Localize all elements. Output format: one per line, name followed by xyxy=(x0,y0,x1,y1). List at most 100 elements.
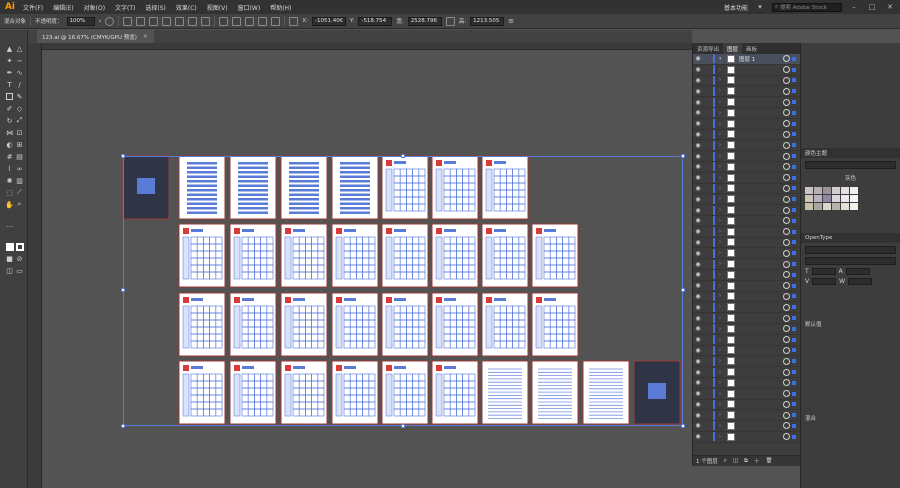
target-circle-icon[interactable] xyxy=(783,152,790,160)
target-circle-icon[interactable] xyxy=(783,217,790,225)
selection-indicator[interactable] xyxy=(792,337,796,342)
expand-arrow-icon[interactable]: › xyxy=(719,99,727,105)
close-window-icon[interactable]: ✕ xyxy=(884,2,896,12)
visibility-eye-icon[interactable]: ◉ xyxy=(693,185,703,192)
selection-indicator[interactable] xyxy=(792,208,796,213)
selection-indicator[interactable] xyxy=(792,305,796,310)
swatch[interactable] xyxy=(832,203,840,210)
close-tab-icon[interactable]: × xyxy=(143,33,148,40)
expand-arrow-icon[interactable]: ▾ xyxy=(719,56,727,62)
x-field[interactable]: -1051.40€ xyxy=(311,16,346,26)
target-circle-icon[interactable] xyxy=(783,109,790,117)
expand-arrow-icon[interactable]: › xyxy=(719,175,727,181)
shaper-tool-icon[interactable]: ✐ xyxy=(5,104,14,113)
target-circle-icon[interactable] xyxy=(783,400,790,408)
selection-bounding-box[interactable] xyxy=(123,156,683,426)
expand-arrow-icon[interactable]: › xyxy=(719,250,727,256)
expand-arrow-icon[interactable]: › xyxy=(719,153,727,159)
selection-indicator[interactable] xyxy=(792,251,796,256)
free-transform-tool-icon[interactable]: ⊡ xyxy=(15,128,24,137)
visibility-eye-icon[interactable]: ◉ xyxy=(693,55,703,62)
sublayer-row[interactable]: ◉ › xyxy=(693,270,800,281)
direct-selection-tool-icon[interactable]: △ xyxy=(15,44,24,53)
swatch[interactable] xyxy=(832,187,840,194)
rotate-tool-icon[interactable]: ↻ xyxy=(5,116,14,125)
target-circle-icon[interactable] xyxy=(783,292,790,300)
make-clipping-mask-icon[interactable]: ◫ xyxy=(733,458,738,464)
more-options-icon[interactable]: ≡ xyxy=(508,17,514,25)
swatch[interactable] xyxy=(805,187,813,194)
target-circle-icon[interactable] xyxy=(783,163,790,171)
font-family-dropdown[interactable] xyxy=(805,246,896,254)
sublayer-row[interactable]: ◉ › xyxy=(693,162,800,173)
color-mode-icon[interactable]: ■ xyxy=(5,254,14,263)
selection-indicator[interactable] xyxy=(792,100,796,105)
selection-tool-icon[interactable]: ▲ xyxy=(5,44,14,53)
opacity-field[interactable]: 100% xyxy=(66,16,95,26)
expand-arrow-icon[interactable]: › xyxy=(719,315,727,321)
fill-color-icon[interactable] xyxy=(5,242,14,251)
target-circle-icon[interactable] xyxy=(783,379,790,387)
puppet-warp-icon[interactable] xyxy=(271,16,281,26)
menu-effect[interactable]: 效果(C) xyxy=(171,3,202,12)
transform-icon[interactable] xyxy=(232,16,242,26)
swatch[interactable] xyxy=(841,187,849,194)
target-circle-icon[interactable] xyxy=(783,314,790,322)
font-size-field[interactable] xyxy=(811,268,836,275)
sublayer-row[interactable]: ◉ › xyxy=(693,108,800,119)
visibility-eye-icon[interactable]: ◉ xyxy=(693,271,703,278)
stroke-color-icon[interactable] xyxy=(15,242,24,251)
expand-arrow-icon[interactable]: › xyxy=(719,239,727,245)
theme-dropdown[interactable] xyxy=(805,161,896,169)
selection-indicator[interactable] xyxy=(792,121,796,126)
paintbrush-tool-icon[interactable]: ✎ xyxy=(15,92,24,101)
artboard-tool-icon[interactable]: ⬚ xyxy=(5,188,14,197)
sublayer-row[interactable]: ◉ › xyxy=(693,151,800,162)
target-circle-icon[interactable] xyxy=(783,336,790,344)
line-tool-icon[interactable]: / xyxy=(15,80,24,89)
sublayer-row[interactable]: ◉ › xyxy=(693,378,800,389)
selection-indicator[interactable] xyxy=(792,348,796,353)
expand-arrow-icon[interactable]: › xyxy=(719,185,727,191)
sublayer-row[interactable]: ◉ › xyxy=(693,86,800,98)
target-circle-icon[interactable] xyxy=(783,260,790,268)
target-circle-icon[interactable] xyxy=(783,422,790,430)
sublayer-row[interactable]: ◉ › xyxy=(693,227,800,238)
gradient-tool-icon[interactable]: ▤ xyxy=(15,152,24,161)
target-circle-icon[interactable] xyxy=(783,390,790,398)
visibility-eye-icon[interactable]: ◉ xyxy=(693,347,703,354)
target-circle-icon[interactable] xyxy=(783,174,790,182)
menu-select[interactable]: 选择(S) xyxy=(140,3,171,12)
sublayer-row[interactable]: ◉ › xyxy=(693,313,800,324)
sublayer-row[interactable]: ◉ › xyxy=(693,367,800,378)
selection-indicator[interactable] xyxy=(792,380,796,385)
target-circle-icon[interactable] xyxy=(783,55,790,63)
selection-indicator[interactable] xyxy=(792,434,796,439)
isolate-icon[interactable] xyxy=(245,16,255,26)
selection-indicator[interactable] xyxy=(792,413,796,418)
align-right-icon[interactable] xyxy=(162,16,172,26)
swatch[interactable] xyxy=(814,195,822,202)
expand-arrow-icon[interactable]: › xyxy=(719,326,727,332)
expand-arrow-icon[interactable]: › xyxy=(719,412,727,418)
new-sublayer-icon[interactable]: ⧉ xyxy=(744,458,748,465)
visibility-eye-icon[interactable]: ◉ xyxy=(693,228,703,235)
visibility-eye-icon[interactable]: ◉ xyxy=(693,153,703,160)
chevron-down-icon[interactable]: ▾ xyxy=(754,2,766,12)
eraser-tool-icon[interactable]: ◇ xyxy=(15,104,24,113)
sublayer-row[interactable]: ◉ › xyxy=(693,324,800,335)
expand-arrow-icon[interactable]: › xyxy=(719,347,727,353)
visibility-eye-icon[interactable]: ◉ xyxy=(693,304,703,311)
sublayer-row[interactable]: ◉ › xyxy=(693,356,800,368)
visibility-eye-icon[interactable]: ◉ xyxy=(693,282,703,289)
swatch[interactable] xyxy=(841,203,849,210)
swatch[interactable] xyxy=(823,203,831,210)
type-tool-icon[interactable]: T xyxy=(5,80,14,89)
expand-arrow-icon[interactable]: › xyxy=(719,121,727,127)
target-circle-icon[interactable] xyxy=(783,206,790,214)
selection-indicator[interactable] xyxy=(792,240,796,245)
swatch[interactable] xyxy=(850,203,858,210)
resize-handle[interactable] xyxy=(121,154,125,158)
selection-indicator[interactable] xyxy=(792,56,796,61)
visibility-eye-icon[interactable]: ◉ xyxy=(693,174,703,181)
